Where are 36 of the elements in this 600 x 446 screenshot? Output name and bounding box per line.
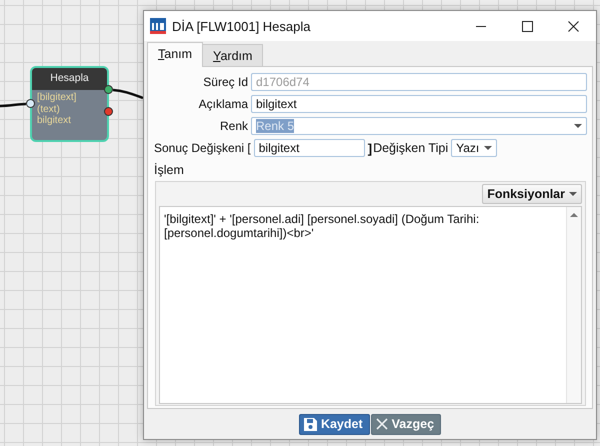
window-title: DİA [FLW1001] Hesapla — [172, 18, 312, 34]
field-label: Değişken Tipi — [373, 141, 448, 155]
app-logo-icon — [150, 18, 166, 34]
section-label: İşlem — [154, 163, 185, 177]
field-label: Renk — [218, 119, 248, 133]
flow-node[interactable]: Hesapla [bilgitext] (text) bilgitext — [30, 66, 109, 142]
output-port[interactable] — [104, 107, 113, 116]
close-icon — [376, 418, 388, 430]
connector-line — [0, 102, 26, 108]
node-title: Hesapla — [32, 68, 107, 90]
dropdown-value: Renk 5 — [256, 119, 294, 133]
save-button[interactable]: Kaydet — [298, 414, 370, 434]
field-label: Sonuç Değişkeni [ — [154, 141, 251, 155]
input-field[interactable]: bilgitext — [251, 95, 587, 113]
node-text: (text) — [36, 104, 61, 115]
maximize-icon[interactable] — [522, 20, 532, 32]
node-text: bilgitext — [36, 115, 72, 126]
save-icon — [304, 418, 317, 430]
close-icon[interactable] — [568, 20, 578, 32]
field-label: Süreç Id — [202, 75, 248, 89]
dropdown-caret-icon — [574, 124, 582, 128]
cancel-button[interactable]: Vazgeç — [370, 414, 442, 434]
tab[interactable]: Yardım — [202, 44, 264, 66]
dropdown-caret-icon — [484, 146, 492, 150]
tab[interactable]: Tanım — [147, 42, 204, 67]
field-label: Açıklama — [198, 97, 248, 111]
output-port[interactable] — [104, 85, 113, 94]
caret-icon — [569, 192, 577, 196]
functions-button[interactable]: Fonksiyonlar — [482, 184, 582, 204]
input-field[interactable]: bilgitext — [254, 139, 365, 157]
input-port[interactable] — [26, 99, 35, 108]
dropdown-field[interactable]: Yazı — [451, 139, 498, 157]
scroll-up-icon[interactable] — [570, 213, 578, 217]
node-text: [bilgitext] — [36, 92, 78, 104]
bracket-text: ] — [368, 140, 372, 156]
connector-line — [112, 88, 144, 100]
